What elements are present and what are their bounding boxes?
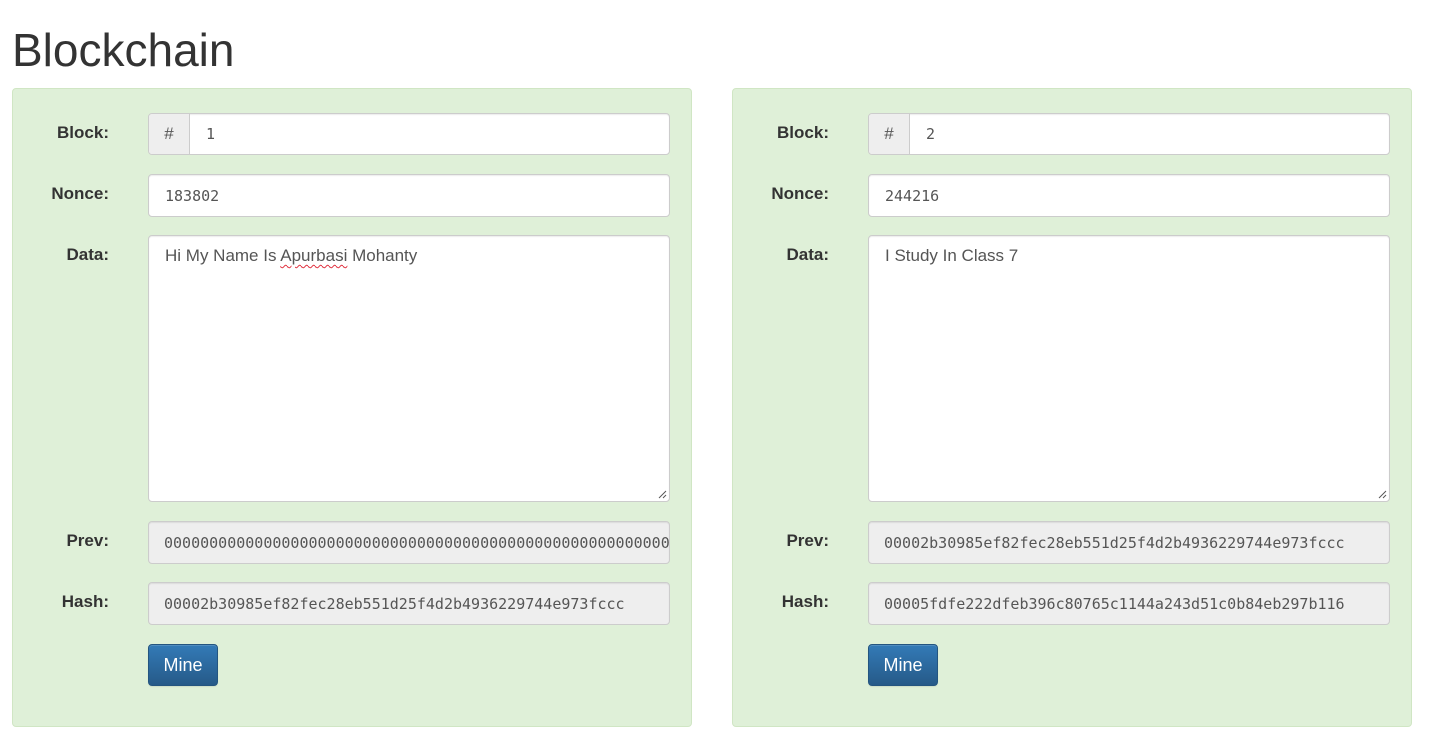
nonce-label: Nonce: <box>51 184 109 203</box>
block-number-input[interactable]: 2 <box>910 114 1389 154</box>
resize-grip-icon[interactable] <box>1377 489 1387 499</box>
nonce-input[interactable]: 244216 <box>868 174 1390 217</box>
block-label: Block: <box>57 123 109 142</box>
hash-label: Hash: <box>61 592 109 611</box>
block-number-group: # 2 <box>868 113 1390 155</box>
mine-button[interactable]: Mine <box>868 644 938 686</box>
resize-grip-icon[interactable] <box>657 489 667 499</box>
mine-button[interactable]: Mine <box>148 644 218 686</box>
data-text-part: Mohanty <box>347 246 418 265</box>
prev-hash-field: 00002b30985ef82fec28eb551d25f4d2b4936229… <box>868 521 1390 564</box>
misspelled-word: Apurbasi <box>280 246 348 265</box>
hash-field: 00002b30985ef82fec28eb551d25f4d2b4936229… <box>148 582 670 625</box>
data-label: Data: <box>786 245 829 264</box>
data-textarea[interactable]: Hi My Name Is Apurbasi Mohanty <box>148 235 670 502</box>
data-textarea[interactable]: I Study In Class 7 <box>868 235 1390 502</box>
prev-label: Prev: <box>66 531 109 550</box>
block-card-1: Block: # 1 Nonce: 183802 Data: Hi My Nam… <box>12 88 692 727</box>
data-text: I Study In Class 7 <box>885 246 1019 265</box>
nonce-input[interactable]: 183802 <box>148 174 670 217</box>
block-label: Block: <box>777 123 829 142</box>
nonce-label: Nonce: <box>771 184 829 203</box>
prev-label: Prev: <box>786 531 829 550</box>
page-title: Blockchain <box>12 24 235 76</box>
block-card-2: Block: # 2 Nonce: 244216 Data: I Study I… <box>732 88 1412 727</box>
prev-hash-field: 0000000000000000000000000000000000000000… <box>148 521 670 564</box>
hash-sign-addon: # <box>869 114 910 154</box>
data-label: Data: <box>66 245 109 264</box>
hash-label: Hash: <box>781 592 829 611</box>
data-text-part: Hi My Name Is <box>165 246 281 265</box>
hash-field: 00005fdfe222dfeb396c80765c1144a243d51c0b… <box>868 582 1390 625</box>
hash-sign-addon: # <box>149 114 190 154</box>
block-number-group: # 1 <box>148 113 670 155</box>
block-number-input[interactable]: 1 <box>190 114 669 154</box>
